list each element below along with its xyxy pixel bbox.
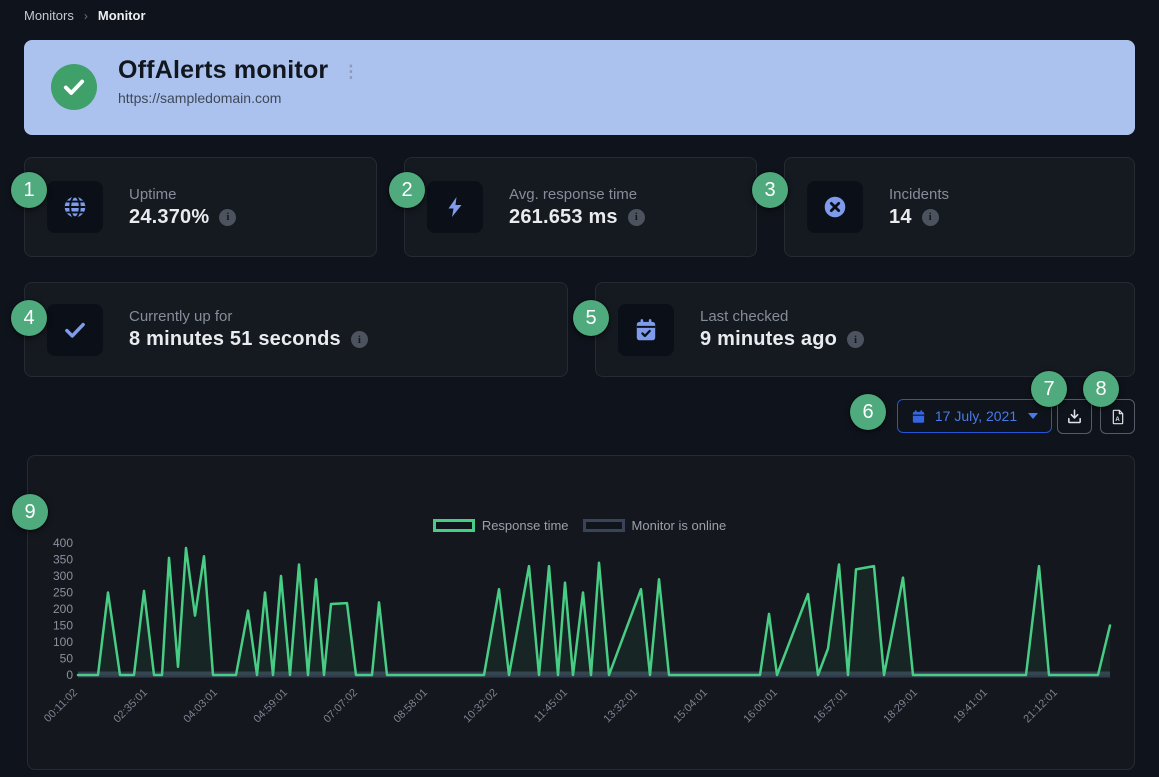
chevron-right-icon: › — [83, 8, 88, 23]
avg-response-label: Avg. response time — [509, 185, 638, 203]
file-pdf-icon: A — [1110, 409, 1126, 425]
x-axis-tick: 04:59:01 — [251, 687, 290, 726]
date-range-picker[interactable]: 17 July, 2021 — [897, 399, 1052, 433]
incidents-value: 14 — [889, 205, 912, 228]
legend-response-time[interactable]: Response time — [432, 518, 569, 533]
currently-up-card: Currently up for 8 minutes 51 seconds i — [24, 282, 568, 377]
last-checked-value: 9 minutes ago — [700, 328, 838, 350]
x-axis-tick: 00:11:02 — [42, 687, 80, 725]
currently-up-value: 8 minutes 51 seconds — [129, 328, 341, 350]
x-axis-tick: 02:35:01 — [111, 687, 150, 726]
info-icon[interactable]: i — [921, 208, 939, 226]
annotation-badge-2: 2 — [389, 172, 425, 208]
chevron-down-icon — [1028, 413, 1039, 419]
kebab-menu-icon[interactable]: ⋮ — [342, 63, 359, 80]
y-axis-tick: 300 — [53, 569, 73, 583]
date-range-label: 17 July, 2021 — [934, 408, 1018, 424]
info-icon[interactable]: i — [219, 208, 237, 226]
legend-monitor-online-label: Monitor is online — [631, 518, 727, 533]
legend-monitor-online[interactable]: Monitor is online — [582, 518, 727, 533]
annotation-badge-8: 8 — [1083, 371, 1119, 407]
legend-response-time-label: Response time — [481, 518, 569, 533]
x-axis-tick: 04:03:01 — [181, 687, 220, 726]
y-axis-tick: 150 — [53, 619, 73, 633]
x-axis-tick: 18:29:01 — [881, 687, 920, 726]
annotation-badge-1: 1 — [11, 172, 47, 208]
x-axis-tick: 19:41:01 — [951, 687, 990, 726]
annotation-badge-3: 3 — [752, 172, 788, 208]
uptime-value: 24.370% — [129, 205, 210, 228]
svg-text:A: A — [1115, 417, 1120, 423]
calendar-icon — [911, 409, 926, 424]
annotation-badge-4: 4 — [11, 300, 47, 336]
status-up-icon — [51, 64, 97, 110]
export-csv-button[interactable] — [1057, 399, 1092, 434]
avg-response-card: Avg. response time 261.653 ms i — [404, 157, 757, 257]
incidents-label: Incidents — [889, 185, 950, 203]
x-axis-tick: 10:32:02 — [461, 687, 500, 726]
y-axis-tick: 50 — [60, 652, 74, 666]
annotation-badge-7: 7 — [1031, 371, 1067, 407]
y-axis-tick: 350 — [53, 553, 73, 567]
response-time-chart[interactable]: 400 350 300 250 200 150 100 50 0 00:11:02 02:35:01… — [30, 535, 1135, 775]
info-icon[interactable]: i — [350, 331, 368, 348]
incidents-card: Incidents 14 i — [784, 157, 1135, 257]
monitor-url: https://sampledomain.com — [118, 90, 282, 106]
response-time-area — [78, 548, 1110, 675]
monitor-online-swatch — [582, 519, 625, 532]
x-axis-tick: 21:12:01 — [1021, 687, 1060, 726]
info-icon[interactable]: i — [847, 331, 865, 348]
monitor-header-card: OffAlerts monitor ⋮ https://sampledomain… — [24, 40, 1135, 135]
bolt-icon — [427, 181, 483, 233]
monitor-title: OffAlerts monitor — [118, 56, 329, 84]
x-axis-tick: 08:58:01 — [391, 687, 430, 726]
x-axis-tick: 15:04:01 — [671, 687, 710, 726]
breadcrumb: Monitors › Monitor — [24, 8, 146, 23]
info-icon[interactable]: i — [627, 208, 645, 226]
globe-icon — [47, 181, 103, 233]
last-checked-card: Last checked 9 minutes ago i — [595, 282, 1135, 377]
x-axis-tick: 16:57:01 — [811, 687, 850, 726]
chart-legend: Response time Monitor is online — [0, 518, 1159, 533]
calendar-check-icon — [618, 303, 674, 356]
monitor-dashboard: Monitors › Monitor OffAlerts monitor ⋮ h… — [0, 0, 1159, 777]
uptime-card: Uptime 24.370% i — [24, 157, 377, 257]
check-icon — [47, 303, 103, 356]
response-time-swatch — [432, 519, 475, 532]
x-axis-tick: 13:32:01 — [601, 687, 640, 726]
x-axis-tick: 07:07:02 — [321, 687, 360, 726]
x-axis-tick: 11:45:01 — [532, 687, 570, 725]
y-axis-tick: 400 — [53, 536, 73, 550]
circle-x-icon — [807, 181, 863, 233]
uptime-label: Uptime — [129, 185, 177, 203]
y-axis-tick: 100 — [53, 635, 73, 649]
y-axis-tick: 200 — [53, 602, 73, 616]
avg-response-value: 261.653 ms — [509, 205, 618, 228]
annotation-badge-6: 6 — [850, 394, 886, 430]
currently-up-label: Currently up for — [129, 308, 233, 325]
y-axis-tick: 0 — [66, 668, 73, 682]
download-icon — [1066, 408, 1083, 425]
annotation-badge-9: 9 — [12, 494, 48, 530]
breadcrumb-monitors-link[interactable]: Monitors — [24, 8, 74, 23]
y-axis-tick: 250 — [53, 586, 73, 600]
last-checked-label: Last checked — [700, 308, 789, 325]
breadcrumb-current-page: Monitor — [97, 8, 146, 23]
x-axis-tick: 16:00:01 — [741, 687, 780, 726]
annotation-badge-5: 5 — [573, 300, 609, 336]
